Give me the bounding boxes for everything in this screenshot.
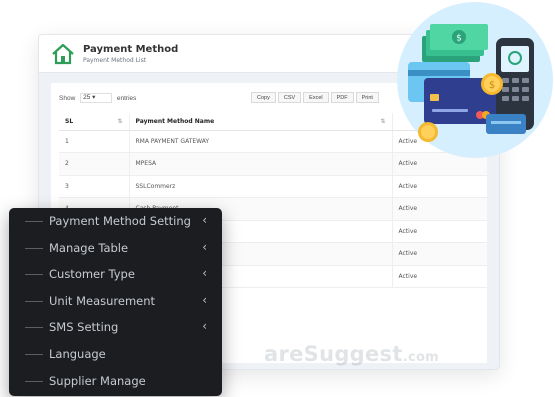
sort-icon: ⇅ [117,117,123,125]
menu-bullet [25,274,43,275]
menu-bullet [25,221,43,222]
chevron-left-icon: ‹ [202,292,207,307]
excel-button[interactable]: Excel [303,92,329,103]
cash-icon: $ [422,24,488,62]
chevron-left-icon: ‹ [202,239,207,254]
cell-status: Active [391,265,487,288]
cell-name: RMA PAYMENT GATEWAY [128,130,392,153]
chevron-left-icon: ‹ [202,213,207,227]
pdf-button[interactable]: PDF [330,92,354,103]
menu-item-label: Payment Method Setting [49,214,191,228]
menu-item-label: SMS Setting [49,320,119,334]
show-label: Show [59,94,76,102]
cell-status: Active [391,220,487,243]
watermark: areSuggest.com [264,342,439,366]
column-label-sl: SL [65,117,74,125]
menu-bullet [25,247,43,249]
column-header-sl[interactable]: SL ⇅ [59,113,129,131]
menu-item-label: Manage Table [49,240,129,255]
column-label-name: Payment Method Name [135,117,215,125]
cell-sl: 3 [59,175,129,198]
watermark-text: areSuggest [264,342,403,366]
entries-label: entries [116,94,137,102]
menu-item-sms-setting[interactable]: SMS Setting ‹ [9,314,222,341]
entries-control: Show 25 ▾ entries [59,93,136,105]
menu-item-manage-table[interactable]: Manage Table ‹ [9,235,222,262]
cell-status: Active [391,242,487,266]
cell-name: SSLCommerz [128,175,392,198]
menu-bullet [25,327,43,328]
table-row[interactable]: 3 SSLCommerz Active [59,175,487,198]
settings-menu: Payment Method Setting ‹ Manage Table ‹ … [9,208,222,396]
menu-item-supplier-manage[interactable]: Supplier Manage [9,368,222,395]
copy-button[interactable]: Copy [251,92,276,103]
print-button[interactable]: Print [355,92,379,103]
menu-bullet [25,381,43,382]
chevron-left-icon: ‹ [202,319,207,333]
menu-item-label: Customer Type [49,267,135,281]
menu-item-customer-type[interactable]: Customer Type ‹ [9,261,222,288]
export-buttons: Copy CSV Excel PDF Print [251,92,381,103]
menu-item-unit-measurement[interactable]: Unit Measurement ‹ [9,288,222,315]
watermark-suffix: .com [402,350,440,365]
cell-sl: 2 [59,152,129,176]
menu-item-label: Unit Measurement [49,293,156,308]
dropdown-arrow-icon: ▾ [92,94,96,101]
entries-value: 25 [83,94,91,101]
csv-button[interactable]: CSV [277,92,302,103]
cell-status: Active [391,175,487,198]
menu-item-label: Supplier Manage [49,374,146,388]
entries-select[interactable]: 25 ▾ [80,93,113,103]
cell-status: Active [391,197,487,221]
menu-bullet [25,300,43,302]
chevron-left-icon: ‹ [202,266,207,280]
sort-icon: ⇅ [380,117,386,125]
cell-name: MPESA [128,152,392,176]
cell-sl: 1 [59,130,129,153]
svg-text:$: $ [456,34,462,44]
menu-bullet [25,354,43,355]
payment-illustration: $ $ [397,2,553,158]
svg-text:$: $ [489,80,495,91]
page-subtitle: Payment Method List [83,57,147,64]
page-title: Payment Method [83,44,179,55]
menu-item-payment-method-setting[interactable]: Payment Method Setting ‹ [9,208,222,235]
column-header-name[interactable]: Payment Method Name ⇅ [128,113,392,131]
home-icon[interactable] [51,43,75,65]
menu-item-language[interactable]: Language [9,341,222,368]
menu-item-label: Language [49,347,106,361]
